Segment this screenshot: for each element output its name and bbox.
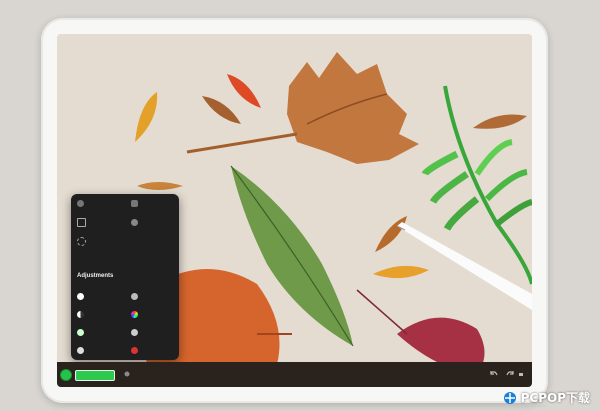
menu-item-top-1[interactable] xyxy=(77,197,88,209)
adjust-item-4[interactable] xyxy=(131,308,142,320)
menu-icon xyxy=(77,199,84,207)
watermark-subtitle: PCPOP Download xyxy=(518,404,548,408)
adjust-item-7[interactable] xyxy=(77,344,88,356)
adjustments-menu-panel: Adjustments xyxy=(71,194,179,360)
contrast-icon xyxy=(77,310,84,318)
symmetry-icon xyxy=(77,236,86,246)
adjust-item-5[interactable] xyxy=(77,326,88,338)
drawing-app-screen: Adjustments xyxy=(57,34,532,387)
menu-icon xyxy=(131,199,138,207)
more-icon[interactable] xyxy=(519,373,523,376)
adjustments-heading: Adjustments xyxy=(77,273,114,279)
adjust-item-8[interactable] xyxy=(131,344,142,356)
adjust-item-6[interactable] xyxy=(131,326,142,338)
menu-icon xyxy=(131,218,138,226)
adjust-item-1[interactable] xyxy=(77,290,88,302)
color-picker-button[interactable] xyxy=(60,369,72,381)
menu-item-top-2[interactable] xyxy=(131,197,142,209)
tablet-frame: Adjustments xyxy=(41,18,548,403)
adjust-item-3[interactable] xyxy=(77,308,88,320)
saturation-icon xyxy=(77,328,84,336)
eyedropper-icon[interactable] xyxy=(124,371,130,377)
watermark: PCPOP下载 PCPOP Download xyxy=(503,389,590,408)
color-icon xyxy=(131,346,138,354)
circle-icon xyxy=(77,292,84,300)
crop-icon xyxy=(77,217,86,227)
adjust-item-2[interactable] xyxy=(131,290,142,302)
brush-size-slider[interactable] xyxy=(75,370,115,381)
redo-icon[interactable] xyxy=(505,369,515,379)
circle-icon xyxy=(131,292,138,300)
pcpop-logo-icon xyxy=(503,391,516,404)
bottom-toolbar xyxy=(57,362,532,387)
blur-icon xyxy=(131,328,138,336)
menu-item-top-4[interactable] xyxy=(131,216,142,228)
circle-icon xyxy=(77,346,84,354)
undo-icon[interactable] xyxy=(489,369,499,379)
menu-item-symmetry[interactable] xyxy=(77,235,90,247)
menu-item-transform[interactable] xyxy=(77,216,90,228)
hue-icon xyxy=(131,310,138,318)
